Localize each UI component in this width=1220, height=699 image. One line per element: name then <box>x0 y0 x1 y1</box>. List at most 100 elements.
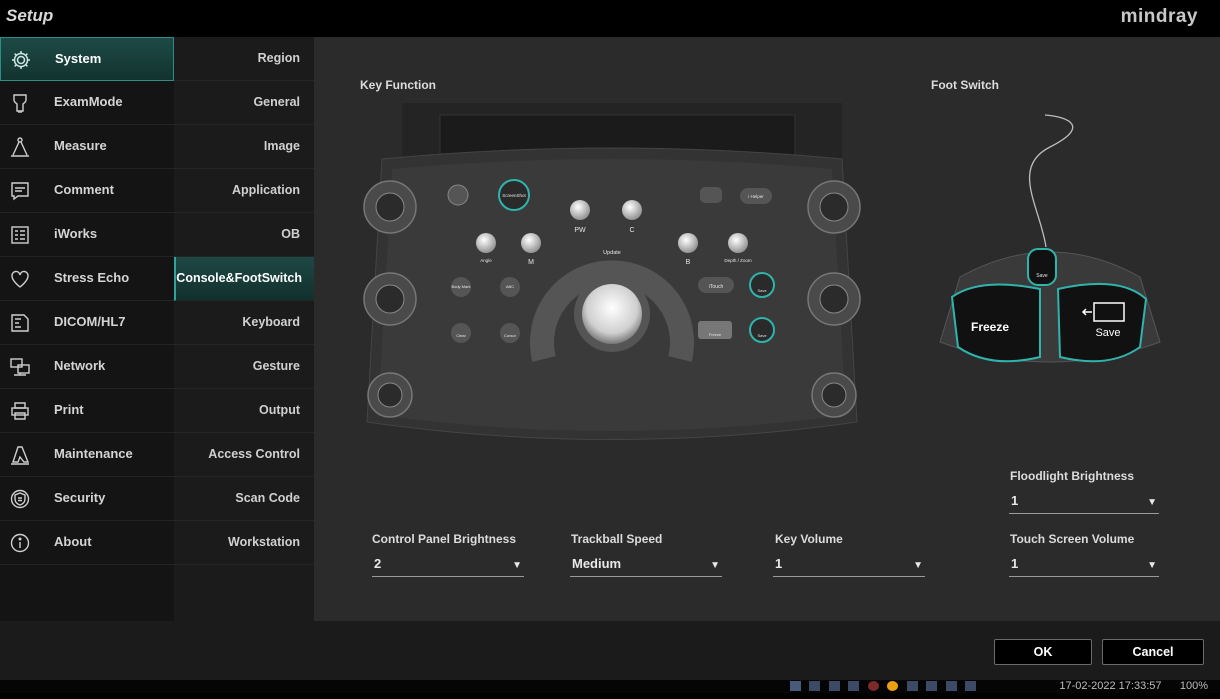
m-knob-label: M <box>528 259 534 266</box>
subnav-item-label: Keyboard <box>242 315 300 329</box>
trackball-speed-label: Trackball Speed <box>571 532 663 546</box>
probe-icon <box>13 94 27 113</box>
chevron-down-icon: ▼ <box>710 560 720 571</box>
sidebar-item-label: ExamMode <box>54 94 123 109</box>
sidebar-item-security[interactable]: Security <box>0 477 174 521</box>
dropdown-value: 1 <box>1011 493 1019 508</box>
gear-icon <box>12 51 30 69</box>
subnav-item-label: OB <box>281 227 300 241</box>
sidebar-item-label: iWorks <box>54 226 98 241</box>
subnav-item-output[interactable]: Output <box>174 389 314 433</box>
sidebar-item-dicom-hl7[interactable]: DICOM/HL7 <box>0 301 174 345</box>
subnav-item-region[interactable]: Region <box>174 37 314 81</box>
subnav-item-label: Scan Code <box>235 491 300 505</box>
angle-knob-label: Angle <box>480 258 492 263</box>
subnav-item-ob[interactable]: OB <box>174 213 314 257</box>
sidebar-item-measure[interactable]: Measure <box>0 125 174 169</box>
sub-navigation: Region General Image Application OB Cons… <box>174 37 314 621</box>
sidebar-item-label: DICOM/HL7 <box>54 314 126 329</box>
storage-status-icon <box>926 681 938 691</box>
floodlight-brightness-dropdown[interactable]: 1 ▼ <box>1009 491 1159 514</box>
sidebar-item-print[interactable]: Print <box>0 389 174 433</box>
caliper-icon <box>11 137 29 157</box>
trackball-speed-dropdown[interactable]: Medium ▼ <box>570 554 722 577</box>
heart-icon <box>11 270 29 288</box>
foot-switch-title: Foot Switch <box>931 78 999 92</box>
sidebar-item-label: Print <box>54 402 84 417</box>
sidebar-item-label: Network <box>54 358 106 373</box>
shield-icon <box>10 489 30 509</box>
cancel-button[interactable]: Cancel <box>1102 639 1204 665</box>
chevron-down-icon: ▼ <box>512 560 522 571</box>
subnav-item-label: Application <box>231 183 300 197</box>
subnav-item-console-footswitch[interactable]: Console&FootSwitch <box>174 257 314 301</box>
subnav-item-label: Image <box>263 139 300 153</box>
ok-button[interactable]: OK <box>994 639 1092 665</box>
subnav-item-image[interactable]: Image <box>174 125 314 169</box>
console-diagram: ScreenShot PW C Angle M B Depth / Zoom i… <box>363 103 861 440</box>
foot-switch-diagram: Save Freeze Save <box>939 114 1161 363</box>
subnav-item-keyboard[interactable]: Keyboard <box>174 301 314 345</box>
settings-status-icon <box>848 681 860 691</box>
list-status-icon <box>965 681 977 691</box>
foot-switch-top-label: Save <box>1036 273 1048 279</box>
status-bar: 17-02-2022 17:33:57 100% <box>0 680 1220 693</box>
content-panel: Key Function Foot Switch ScreenShot PW C… <box>314 37 1220 621</box>
title-bar: Setup mindray <box>0 0 1220 37</box>
subnav-item-workstation[interactable]: Workstation <box>174 521 314 565</box>
keyboard-status-icon <box>790 681 801 691</box>
status-readout: 17-02-2022 17:33:57 100% <box>1059 680 1208 692</box>
cursor-key-label: Cursor <box>504 333 517 338</box>
ihelper-key-label: i Helper <box>748 194 764 199</box>
sidebar-item-label: System <box>55 51 102 66</box>
depth-zoom-knob-label: Depth / Zoom <box>724 258 752 263</box>
dropdown-value: 1 <box>775 556 783 571</box>
sidebar-item-iworks[interactable]: iWorks <box>0 213 174 257</box>
key-volume-dropdown[interactable]: 1 ▼ <box>773 554 925 577</box>
subnav-item-label: General <box>253 95 300 109</box>
wrench-icon <box>11 446 30 465</box>
sidebar-item-label: Stress Echo <box>54 270 130 285</box>
touch-screen-volume-label: Touch Screen Volume <box>1010 532 1135 546</box>
pw-knob-label: PW <box>574 227 586 234</box>
subnav-item-label: Console&FootSwitch <box>176 271 302 285</box>
chevron-down-icon: ▼ <box>1147 560 1157 571</box>
sidebar-item-label: Maintenance <box>54 446 133 461</box>
network-status-icon <box>809 681 821 691</box>
usb-status-icon <box>828 681 840 691</box>
subnav-item-scan-code[interactable]: Scan Code <box>174 477 314 521</box>
dropdown-value: 2 <box>374 556 382 571</box>
subnav-item-label: Access Control <box>208 447 300 461</box>
sidebar-item-label: About <box>54 534 92 549</box>
save-key-1-label: Save <box>757 288 767 293</box>
subnav-item-gesture[interactable]: Gesture <box>174 345 314 389</box>
brand-logo: mindray <box>1120 6 1198 27</box>
sidebar-item-system[interactable]: System <box>0 37 174 81</box>
control-panel-brightness-dropdown[interactable]: 2 ▼ <box>372 554 524 577</box>
subnav-item-label: Region <box>257 51 300 65</box>
sidebar-item-maintenance[interactable]: Maintenance <box>0 433 174 477</box>
control-panel-brightness-label: Control Panel Brightness <box>372 532 517 546</box>
itouch-key-label: iTouch <box>709 284 724 290</box>
foot-switch-freeze-label: Freeze <box>971 320 1009 334</box>
b-knob-label: B <box>686 259 691 266</box>
sidebar-item-about[interactable]: About <box>0 521 174 565</box>
subnav-item-application[interactable]: Application <box>174 169 314 213</box>
abc-key-label: ABC <box>506 284 514 289</box>
sidebar: System ExamMode Measure Comment iWorks S… <box>0 37 175 621</box>
key-volume-label: Key Volume <box>775 532 843 546</box>
footer-bar: OK Cancel <box>0 621 1220 680</box>
dropdown-value: Medium <box>572 556 622 571</box>
sidebar-item-stress-echo[interactable]: Stress Echo <box>0 257 174 301</box>
sidebar-item-comment[interactable]: Comment <box>0 169 174 213</box>
subnav-item-label: Workstation <box>228 535 300 549</box>
network-icon <box>10 358 30 376</box>
chevron-down-icon: ▼ <box>913 560 923 571</box>
sidebar-item-exammode[interactable]: ExamMode <box>0 81 174 125</box>
touch-screen-volume-dropdown[interactable]: 1 ▼ <box>1009 554 1159 577</box>
subnav-item-access-control[interactable]: Access Control <box>174 433 314 477</box>
subnav-item-general[interactable]: General <box>174 81 314 125</box>
warning-status-icon <box>887 681 899 691</box>
sidebar-item-network[interactable]: Network <box>0 345 174 389</box>
floodlight-brightness-label: Floodlight Brightness <box>1010 469 1134 483</box>
